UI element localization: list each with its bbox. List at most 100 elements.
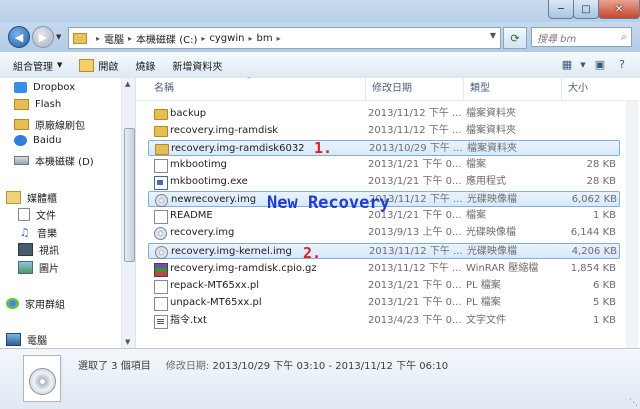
document-icon bbox=[18, 208, 30, 221]
file-name: recovery.img-kernel.img bbox=[171, 246, 292, 257]
sidebar-item-dropbox[interactable]: Dropbox bbox=[14, 82, 75, 93]
chevron-right-icon[interactable]: ▸ bbox=[248, 34, 252, 43]
file-type: 檔案資料夾 bbox=[466, 108, 516, 119]
maximize-button[interactable]: □ bbox=[573, 0, 599, 19]
column-name-label: 名稱 bbox=[154, 83, 174, 94]
search-input[interactable]: 搜尋 bm ⌕ bbox=[531, 27, 632, 47]
view-dropdown[interactable]: ▼ bbox=[578, 56, 588, 73]
forward-button[interactable]: ▶ bbox=[32, 26, 54, 48]
text-file-icon bbox=[154, 315, 168, 329]
table-row[interactable]: recovery.img-ramdisk 2013/11/12 下午 ... 檔… bbox=[148, 123, 620, 139]
recent-pages-dropdown[interactable]: ▼ bbox=[56, 33, 61, 41]
annotation-mark-2: 2. bbox=[303, 244, 322, 262]
title-bar[interactable]: ─ □ ✕ bbox=[0, 0, 640, 22]
selection-thumbnail bbox=[23, 355, 61, 402]
sidebar-item-label: 音樂 bbox=[37, 229, 57, 240]
selected-count: 選取了 3 個項目 bbox=[78, 361, 151, 372]
chevron-right-icon[interactable]: ▸ bbox=[128, 34, 132, 43]
organize-button[interactable]: 組合管理 ▼ bbox=[13, 58, 62, 73]
back-button[interactable]: ◀ bbox=[8, 26, 30, 48]
file-size bbox=[568, 123, 616, 139]
resize-grip-icon[interactable]: ⋱ bbox=[629, 398, 638, 408]
table-row[interactable]: mkbootimg 2013/1/21 下午 0... 檔案 28 KB bbox=[148, 157, 620, 173]
disc-image-icon bbox=[155, 246, 168, 259]
sidebar-item-drive-d[interactable]: 本機磁碟 (D) bbox=[14, 153, 94, 168]
file-size: 5 KB bbox=[593, 297, 616, 308]
winrar-icon bbox=[154, 263, 168, 277]
table-row[interactable]: recovery.img-ramdisk6032 2013/10/29 下午 .… bbox=[148, 140, 620, 156]
sidebar-scrollbar[interactable]: ▲ ▼ bbox=[121, 78, 135, 348]
open-button[interactable]: 開啟 bbox=[79, 58, 118, 73]
file-size: 28 KB bbox=[586, 176, 616, 187]
sidebar-item-label: 電腦 bbox=[27, 336, 47, 347]
command-bar: 組合管理 ▼ 開啟 燒錄 新增資料夾 ▦ ▼ ▣ ? bbox=[0, 52, 640, 79]
chevron-right-icon[interactable]: ▸ bbox=[277, 34, 281, 43]
new-folder-button[interactable]: 新增資料夾 bbox=[172, 58, 222, 73]
preview-pane-button[interactable]: ▣ bbox=[590, 56, 610, 73]
scroll-up-icon[interactable]: ▲ bbox=[125, 80, 130, 88]
table-row[interactable]: repack-MT65xx.pl 2013/1/21 下午 0... PL 檔案… bbox=[148, 278, 620, 294]
sidebar-item-factory-flash[interactable]: 原廠線刷包 bbox=[14, 117, 85, 132]
file-type: 文字文件 bbox=[466, 315, 506, 326]
sidebar-item-documents[interactable]: 文件 bbox=[18, 207, 56, 222]
breadcrumb-computer[interactable]: 電腦 bbox=[104, 31, 124, 46]
sidebar-item-music[interactable]: ♫ 音樂 bbox=[18, 225, 57, 240]
column-size[interactable]: 大小 bbox=[562, 78, 622, 100]
file-name: 指令.txt bbox=[170, 315, 207, 326]
breadcrumb-cygwin[interactable]: cygwin bbox=[209, 33, 244, 44]
sidebar-item-label: Baidu bbox=[33, 135, 62, 146]
chevron-down-icon: ▼ bbox=[56, 33, 62, 41]
file-size bbox=[569, 141, 617, 157]
column-type[interactable]: 類型 bbox=[464, 78, 562, 100]
disc-image-icon bbox=[155, 194, 168, 207]
burn-label: 燒錄 bbox=[135, 61, 156, 73]
breadcrumb-bm[interactable]: bm bbox=[256, 33, 272, 44]
table-row[interactable]: unpack-MT65xx.pl 2013/1/21 下午 0... PL 檔案… bbox=[148, 295, 620, 311]
computer-icon bbox=[6, 333, 21, 346]
scroll-down-icon[interactable]: ▼ bbox=[125, 338, 130, 346]
sidebar-scroll-thumb[interactable] bbox=[124, 128, 135, 262]
file-list-scrollbar[interactable] bbox=[626, 100, 638, 348]
file-size bbox=[568, 106, 616, 122]
file-name: mkbootimg.exe bbox=[170, 176, 248, 187]
column-date-label: 修改日期 bbox=[372, 83, 412, 94]
file-type: 光碟映像檔 bbox=[466, 227, 516, 238]
address-bar[interactable]: ▸ 電腦 ▸ 本機磁碟 (C:) ▸ cygwin ▸ bm ▸ ▼ bbox=[68, 27, 501, 49]
view-options-button[interactable]: ▦ bbox=[556, 56, 578, 73]
table-row[interactable]: backup 2013/11/12 下午 ... 檔案資料夾 bbox=[148, 106, 620, 122]
chevron-down-icon: ▼ bbox=[580, 60, 586, 69]
sidebar-item-flash[interactable]: Flash bbox=[14, 99, 61, 110]
minimize-button[interactable]: ─ bbox=[548, 0, 574, 19]
sidebar-item-homegroup[interactable]: 家用群組 bbox=[6, 296, 65, 311]
column-date[interactable]: 修改日期 bbox=[366, 78, 464, 100]
sidebar-item-libraries[interactable]: 媒體櫃 bbox=[6, 190, 57, 205]
sidebar-item-computer[interactable]: 電腦 bbox=[6, 332, 47, 347]
file-type: 光碟映像檔 bbox=[467, 194, 517, 205]
chevron-right-icon[interactable]: ▸ bbox=[201, 34, 205, 43]
column-type-label: 類型 bbox=[470, 83, 490, 94]
close-button[interactable]: ✕ bbox=[598, 0, 640, 19]
file-type: 檔案 bbox=[466, 159, 486, 170]
sidebar-item-pictures[interactable]: 圖片 bbox=[18, 260, 59, 275]
sidebar-item-label: 家用群組 bbox=[25, 300, 65, 311]
sidebar-item-label: 本機磁碟 (D) bbox=[35, 157, 94, 168]
column-name[interactable]: 名稱 bbox=[148, 78, 366, 100]
burn-button[interactable]: 燒錄 bbox=[135, 58, 155, 73]
explorer-window: ─ □ ✕ ◀ ▶ ▼ ▸ 電腦 ▸ 本機磁碟 (C:) ▸ cygwin ▸ … bbox=[0, 0, 640, 409]
file-name: repack-MT65xx.pl bbox=[170, 280, 260, 291]
chevron-right-icon[interactable]: ▸ bbox=[96, 34, 100, 43]
refresh-button[interactable]: ⟳ bbox=[503, 27, 527, 49]
table-row[interactable]: mkbootimg.exe 2013/1/21 下午 0... 應用程式 28 … bbox=[148, 174, 620, 190]
date-modified-value: 2013/10/29 下午 03:10 - 2013/11/12 下午 06:1… bbox=[212, 361, 449, 372]
sidebar-item-label: 圖片 bbox=[39, 264, 59, 275]
file-size: 6 KB bbox=[593, 280, 616, 291]
table-row[interactable]: 指令.txt 2013/4/23 下午 0... 文字文件 1 KB bbox=[148, 313, 620, 329]
chevron-down-icon[interactable]: ▼ bbox=[490, 31, 496, 40]
table-row[interactable]: recovery.img 2013/9/13 上午 0... 光碟映像檔 6,1… bbox=[148, 225, 620, 241]
table-row[interactable]: recovery.img-ramdisk.cpio.gz 2013/11/12 … bbox=[148, 261, 620, 277]
sidebar-item-baidu[interactable]: Baidu bbox=[14, 135, 61, 146]
breadcrumb-drive-c[interactable]: 本機磁碟 (C:) bbox=[136, 31, 197, 46]
help-button[interactable]: ? bbox=[612, 56, 632, 73]
sidebar-item-videos[interactable]: 視訊 bbox=[18, 242, 59, 257]
table-row[interactable]: recovery.img-kernel.img 2013/11/12 下午 ..… bbox=[148, 243, 620, 259]
